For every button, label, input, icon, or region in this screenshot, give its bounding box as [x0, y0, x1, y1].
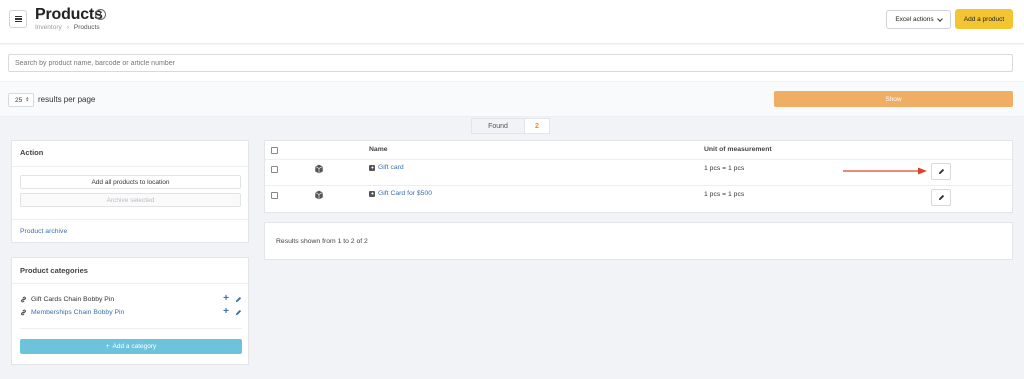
divider [20, 328, 242, 329]
product-archive-link[interactable]: Product archive [20, 228, 67, 235]
search-input[interactable] [8, 54, 1013, 72]
hamburger-icon [14, 16, 22, 22]
add-category-label: Add a category [112, 343, 157, 350]
action-panel-title: Action [20, 148, 44, 157]
link-icon [21, 309, 26, 315]
box-icon [315, 190, 323, 200]
per-page-select[interactable]: 25 ⇕ [8, 93, 34, 107]
product-name-cell: Gift card [369, 164, 404, 171]
add-all-products-to-location-button[interactable]: Add all products to location [20, 175, 241, 189]
edit-product-button[interactable] [931, 189, 951, 206]
found-label: Found [471, 118, 525, 134]
tag-icon [369, 190, 375, 197]
add-product-button[interactable]: Add a product [955, 9, 1013, 29]
category-item: Gift Cards Chain Bobby Pin + [20, 294, 242, 304]
pencil-icon[interactable] [235, 309, 242, 316]
tag-icon [369, 164, 375, 171]
product-name-cell: Gift Card for $500 [369, 190, 432, 197]
search-section [0, 45, 1024, 81]
breadcrumb-products: Products [73, 24, 100, 31]
pencil-icon [938, 194, 944, 201]
excel-actions-button[interactable]: Excel actions [886, 10, 951, 29]
link-icon [21, 296, 26, 302]
found-count: 2 [525, 118, 550, 134]
product-name-link[interactable]: Gift Card for $500 [378, 190, 432, 197]
category-name[interactable]: Gift Cards Chain Bobby Pin [31, 296, 114, 303]
row-checkbox[interactable] [271, 166, 278, 173]
add-subcategory-icon[interactable]: + [223, 307, 229, 317]
results-text: Results shown from 1 to 2 of 2 [276, 238, 368, 245]
divider [265, 185, 1012, 186]
product-name-link[interactable]: Gift card [378, 164, 404, 171]
column-header-name[interactable]: Name [369, 146, 388, 153]
box-icon [315, 164, 323, 174]
column-header-unit[interactable]: Unit of measurement [704, 146, 772, 153]
annotation-arrow-icon [843, 167, 927, 175]
row-checkbox[interactable] [271, 192, 278, 199]
products-table: Name Unit of measurement Gift card 1 pcs… [264, 140, 1013, 213]
divider [12, 283, 248, 284]
chevron-down-icon [936, 15, 943, 22]
top-bar: Products i Inventory › Products Excel acti… [0, 0, 1024, 44]
pencil-icon[interactable] [235, 296, 242, 303]
unit-cell: 1 pcs = 1 pcs [704, 165, 745, 172]
edit-product-button[interactable] [931, 163, 951, 180]
divider [12, 166, 248, 167]
plus-icon: + [105, 343, 110, 350]
show-button[interactable]: Show [774, 91, 1013, 107]
pagination-bar: 25 ⇕ Show [0, 82, 1024, 117]
add-subcategory-icon[interactable]: + [223, 294, 229, 304]
breadcrumb-inventory[interactable]: Inventory [35, 24, 62, 31]
sort-updown-icon: ⇕ [25, 96, 30, 103]
product-categories-panel: Product categories Gift Cards Chain Bobb… [11, 257, 249, 365]
menu-toggle-button[interactable] [9, 10, 27, 28]
excel-actions-label: Excel actions [895, 16, 934, 23]
page-title: Products [35, 6, 103, 23]
results-summary: Results shown from 1 to 2 of 2 [264, 222, 1013, 260]
pencil-icon [938, 168, 944, 175]
per-page-value: 25 [15, 96, 23, 104]
archive-selected-button[interactable]: Archive selected [20, 193, 241, 207]
action-panel: Action Add all products to location Arch… [11, 140, 249, 243]
category-item: Memberships Chain Bobby Pin + [20, 307, 242, 317]
per-page-label: results per page [38, 95, 96, 104]
add-category-button[interactable]: + Add a category [20, 339, 242, 354]
categories-panel-title: Product categories [20, 266, 88, 275]
divider [265, 159, 1012, 160]
unit-cell: 1 pcs = 1 pcs [704, 191, 745, 198]
info-icon[interactable]: i [95, 9, 106, 20]
select-all-checkbox[interactable] [271, 147, 278, 154]
breadcrumb: Inventory › Products [35, 24, 100, 31]
category-name[interactable]: Memberships Chain Bobby Pin [31, 309, 124, 316]
divider [12, 219, 248, 220]
